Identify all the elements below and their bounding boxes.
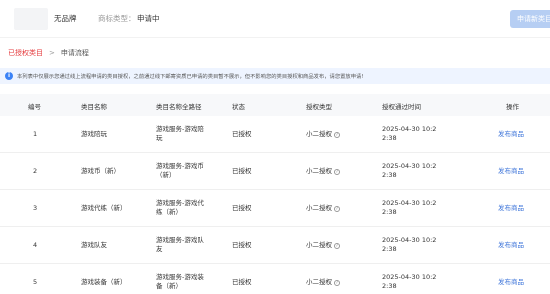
table-row: 3 游戏代练（新） 游戏服务-游戏代 练（新） 已授权 小二授权? 2025-0… [0, 190, 550, 227]
row-category-path: 游戏服务-游戏代 练（新） [156, 199, 204, 217]
table-row: 1 游戏陪玩 游戏服务-游戏陪 玩 已授权 小二授权? 2025-04-30 1… [0, 116, 550, 153]
row-category-path: 游戏服务-游戏陪 玩 [156, 125, 204, 143]
row-auth-time: 2025-04-30 10:2 2:38 [382, 273, 436, 291]
breadcrumb: 已授权类目 > 申请流程 [8, 47, 89, 59]
table-row: 5 游戏装备（新） 游戏服务-游戏装 备（新） 已授权 小二授权? 2025-0… [0, 264, 550, 294]
category-table: 编号 类目名称 类目名称全路径 状态 授权类型 授权通过时间 操作 1 游戏陪玩… [0, 94, 550, 294]
row-auth-type: 小二授权? [306, 167, 340, 176]
row-auth-time-line1: 2025-04-30 10:2 [382, 125, 437, 133]
column-header-action: 操作 [506, 103, 519, 111]
row-auth-time-line2: 2:38 [382, 171, 397, 179]
publish-product-link[interactable]: 发布商品 [498, 278, 524, 287]
column-header-category-path: 类目名称全路径 [156, 103, 202, 111]
notice-text: 本列表中仅展示您通过线上流程申请的类目授权，之前通过线下邮寄资质已申请的类目暂不… [17, 74, 364, 80]
info-icon: i [5, 72, 13, 80]
row-auth-time-line1: 2025-04-30 10:2 [382, 273, 437, 281]
breadcrumb-authorized-categories[interactable]: 已授权类目 [8, 48, 43, 58]
row-auth-time-line2: 2:38 [382, 282, 397, 290]
row-status: 已授权 [232, 204, 252, 212]
top-bar: 无品牌 商标类型： 申请中 申请新类目 [0, 0, 550, 38]
row-category-path-line1: 游戏服务-游戏币 [156, 162, 204, 170]
column-header-auth-time: 授权通过时间 [382, 103, 421, 111]
column-header-category-name: 类目名称 [81, 103, 107, 111]
row-auth-type-text: 小二授权 [306, 241, 332, 249]
row-category-name: 游戏装备（新） [81, 278, 127, 286]
row-auth-type: 小二授权? [306, 204, 340, 213]
row-category-name: 游戏队友 [81, 241, 107, 249]
trademark-type-label: 商标类型： [98, 14, 136, 23]
row-auth-type-text: 小二授权 [306, 204, 332, 212]
table-row: 4 游戏队友 游戏服务-游戏队 友 已授权 小二授权? 2025-04-30 1… [0, 227, 550, 264]
row-category-path: 游戏服务-游戏队 友 [156, 236, 204, 254]
trademark-type-value: 申请中 [137, 14, 160, 23]
row-auth-time: 2025-04-30 10:2 2:38 [382, 236, 436, 254]
notice-banner: i 本列表中仅展示您通过线上流程申请的类目授权，之前通过线下邮寄资质已申请的类目… [0, 68, 550, 84]
row-id: 5 [33, 278, 38, 286]
row-id: 1 [33, 130, 38, 138]
publish-product-link[interactable]: 发布商品 [498, 130, 524, 139]
row-id: 4 [33, 241, 38, 249]
row-category-path-line2: 备（新） [156, 282, 182, 290]
row-category-name: 游戏币（新） [81, 167, 120, 175]
row-auth-type: 小二授权? [306, 278, 340, 287]
row-auth-time-line1: 2025-04-30 10:2 [382, 162, 437, 170]
row-status: 已授权 [232, 130, 252, 138]
publish-product-link[interactable]: 发布商品 [498, 204, 524, 213]
row-auth-time: 2025-04-30 10:2 2:38 [382, 162, 436, 180]
row-category-path-line2: 玩 [156, 134, 163, 142]
help-icon[interactable]: ? [334, 243, 340, 249]
help-icon[interactable]: ? [334, 280, 340, 286]
row-status: 已授权 [232, 278, 252, 286]
row-category-path-line1: 游戏服务-游戏队 [156, 236, 204, 244]
row-auth-time-line1: 2025-04-30 10:2 [382, 236, 437, 244]
row-auth-time-line1: 2025-04-30 10:2 [382, 199, 437, 207]
row-auth-type: 小二授权? [306, 130, 340, 139]
help-icon[interactable]: ? [334, 169, 340, 175]
row-category-path-line1: 游戏服务-游戏代 [156, 199, 204, 207]
row-auth-time-line2: 2:38 [382, 208, 397, 216]
column-header-id: 编号 [28, 103, 41, 111]
row-status: 已授权 [232, 241, 252, 249]
row-category-path-line1: 游戏服务-游戏陪 [156, 125, 204, 133]
publish-product-link[interactable]: 发布商品 [498, 167, 524, 176]
table-row: 2 游戏币（新） 游戏服务-游戏币 （新） 已授权 小二授权? 2025-04-… [0, 153, 550, 190]
row-category-path: 游戏服务-游戏装 备（新） [156, 273, 204, 291]
help-icon[interactable]: ? [334, 206, 340, 212]
row-category-path-line1: 游戏服务-游戏装 [156, 273, 204, 281]
row-auth-type-text: 小二授权 [306, 130, 332, 138]
row-auth-type-text: 小二授权 [306, 167, 332, 175]
apply-new-category-button[interactable]: 申请新类目 [510, 10, 550, 28]
row-auth-time: 2025-04-30 10:2 2:38 [382, 199, 436, 217]
row-auth-time-line2: 2:38 [382, 245, 397, 253]
row-category-path-line2: 友 [156, 245, 163, 253]
row-status: 已授权 [232, 167, 252, 175]
row-auth-time-line2: 2:38 [382, 134, 397, 142]
breadcrumb-separator: > [49, 49, 55, 57]
row-category-path: 游戏服务-游戏币 （新） [156, 162, 204, 180]
row-category-path-line2: 练（新） [156, 208, 182, 216]
column-header-auth-type: 授权类型 [306, 103, 332, 111]
row-category-name: 游戏代练（新） [81, 204, 127, 212]
help-icon[interactable]: ? [334, 132, 340, 138]
row-auth-type-text: 小二授权 [306, 278, 332, 286]
brand-name: 无品牌 [54, 14, 77, 23]
row-category-name: 游戏陪玩 [81, 130, 107, 138]
row-id: 2 [33, 167, 38, 175]
publish-product-link[interactable]: 发布商品 [498, 241, 524, 250]
column-header-status: 状态 [232, 103, 245, 111]
breadcrumb-application-process[interactable]: 申请流程 [61, 48, 89, 58]
brand-logo [14, 8, 48, 30]
row-id: 3 [33, 204, 38, 212]
row-auth-time: 2025-04-30 10:2 2:38 [382, 125, 436, 143]
row-auth-type: 小二授权? [306, 241, 340, 250]
row-category-path-line2: （新） [156, 171, 176, 179]
table-header: 编号 类目名称 类目名称全路径 状态 授权类型 授权通过时间 操作 [0, 94, 550, 116]
